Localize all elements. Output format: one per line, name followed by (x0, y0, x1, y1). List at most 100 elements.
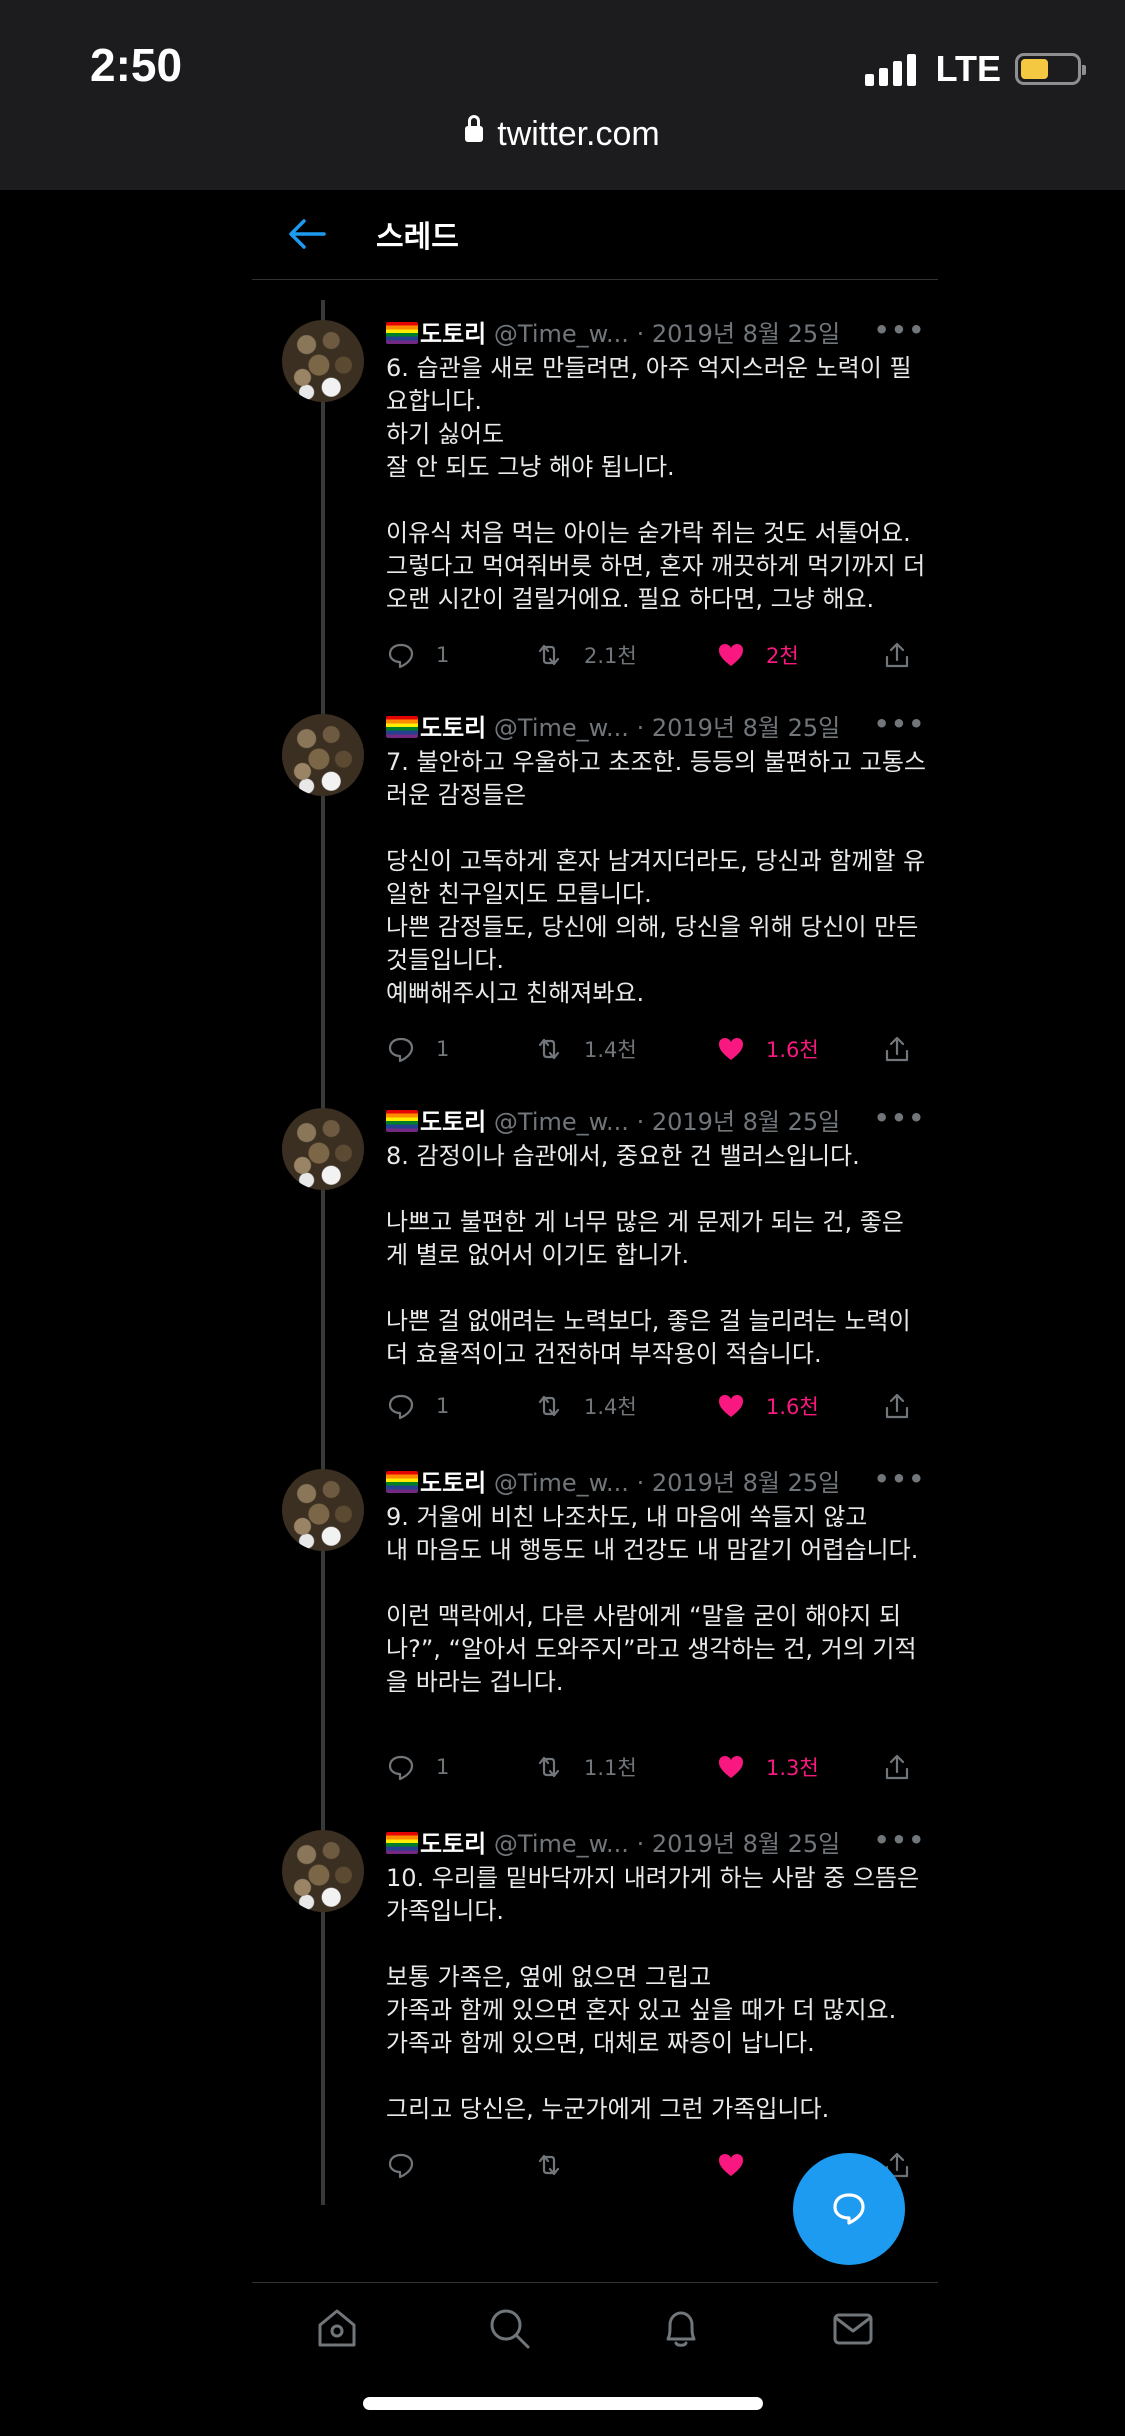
lock-icon (465, 115, 484, 143)
reply-button[interactable]: 1 (386, 1391, 449, 1421)
like-button[interactable]: 1.3천 (716, 1752, 819, 1782)
retweet-button[interactable]: 1.4천 (534, 1391, 637, 1421)
retweet-count: 1.1천 (584, 1756, 637, 1780)
retweet-count: 1.4천 (584, 1038, 637, 1062)
tweet-actions: 1 2.1천 2천 (386, 640, 909, 680)
home-indicator (363, 2397, 763, 2410)
like-icon (719, 1395, 743, 1417)
retweet-icon (538, 1038, 560, 1060)
rainbow-flag-icon (386, 1832, 418, 1854)
tweet-date[interactable]: 2019년 8월 25일 (652, 1108, 840, 1136)
separator-dot: · (636, 1108, 645, 1136)
more-options-icon[interactable]: ••• (874, 1104, 926, 1132)
url-text: twitter.com (497, 115, 660, 153)
reply-icon (388, 2153, 414, 2179)
display-name[interactable]: 도토리 (420, 1830, 486, 1858)
reply-count: 1 (436, 643, 450, 667)
network-type: LTE (935, 48, 1001, 89)
user-handle[interactable]: @Time_w... (494, 1830, 629, 1858)
display-name[interactable]: 도토리 (420, 1108, 486, 1136)
share-icon (885, 642, 909, 668)
signal-icon (864, 52, 916, 86)
tweet-actions: 1 1.4천 1.6천 (386, 1034, 909, 1074)
display-name[interactable]: 도토리 (420, 714, 486, 742)
like-icon (719, 1756, 743, 1778)
avatar[interactable] (282, 1108, 364, 1190)
page-title: 스레드 (376, 220, 459, 255)
like-button[interactable]: 2천 (716, 640, 799, 670)
like-count: 1.6천 (766, 1395, 819, 1419)
avatar[interactable] (282, 1469, 364, 1551)
like-count: 2천 (766, 644, 799, 668)
messages-icon[interactable] (830, 2305, 876, 2351)
thread-connector-line (321, 300, 325, 2205)
more-options-icon[interactable]: ••• (874, 1826, 926, 1854)
rainbow-flag-icon (386, 1110, 418, 1132)
user-handle[interactable]: @Time_w... (494, 714, 629, 742)
search-icon[interactable] (486, 2305, 532, 2351)
retweet-button[interactable]: 1.1천 (534, 1752, 637, 1782)
avatar[interactable] (282, 320, 364, 402)
retweet-button[interactable]: 1.4천 (534, 1034, 637, 1064)
tweet-date[interactable]: 2019년 8월 25일 (652, 1830, 840, 1858)
separator-dot: · (636, 714, 645, 742)
like-icon (719, 1038, 743, 1060)
tweet-date[interactable]: 2019년 8월 25일 (652, 1469, 840, 1497)
reply-count: 1 (436, 1037, 450, 1061)
status-bar: 2:50 LTE twitter.com (0, 0, 1125, 190)
like-button[interactable]: 1.6천 (716, 1034, 819, 1064)
user-handle[interactable]: @Time_w... (494, 320, 629, 348)
reply-button[interactable] (386, 2150, 436, 2180)
more-options-icon[interactable]: ••• (874, 710, 926, 738)
reply-button[interactable]: 1 (386, 1752, 449, 1782)
tweet-text: 7. 불안하고 우울하고 초조한. 등등의 불편하고 고통스러운 감정들은 당신… (386, 748, 926, 1007)
reply-button[interactable]: 1 (386, 1034, 449, 1064)
avatar[interactable] (282, 1830, 364, 1912)
reply-icon (388, 1394, 414, 1420)
compose-icon (833, 2193, 865, 2225)
tweet-date[interactable]: 2019년 8월 25일 (652, 714, 840, 742)
reply-icon (388, 643, 414, 669)
tweet-header: 도토리 @Time_w... · 2019년 8월 25일 ••• (386, 708, 926, 748)
more-options-icon[interactable]: ••• (874, 316, 926, 344)
more-options-icon[interactable]: ••• (874, 1465, 926, 1493)
reply-count: 1 (436, 1394, 450, 1418)
share-button[interactable] (882, 1752, 912, 1782)
like-button[interactable]: 1.6천 (716, 1391, 819, 1421)
back-arrow-icon[interactable] (286, 216, 326, 252)
reply-icon (388, 1755, 414, 1781)
display-name[interactable]: 도토리 (420, 1469, 486, 1497)
tweet-text: 6. 습관을 새로 만들려면, 아주 억지스러운 노력이 필요합니다. 하기 싫… (386, 354, 926, 613)
rainbow-flag-icon (386, 716, 418, 738)
reply-icon (388, 1037, 414, 1063)
user-handle[interactable]: @Time_w... (494, 1469, 629, 1497)
home-icon[interactable] (314, 2305, 360, 2351)
display-name[interactable]: 도토리 (420, 320, 486, 348)
separator-dot: · (636, 1830, 645, 1858)
share-button[interactable] (882, 640, 912, 670)
like-count: 1.6천 (766, 1038, 819, 1062)
status-indicators: LTE (864, 48, 1086, 90)
clock: 2:50 (90, 39, 183, 91)
separator-dot: · (636, 1469, 645, 1497)
share-icon (885, 1036, 909, 1062)
share-button[interactable] (882, 1034, 912, 1064)
reply-button[interactable]: 1 (386, 640, 449, 670)
tweet-date[interactable]: 2019년 8월 25일 (652, 320, 840, 348)
like-button[interactable] (716, 2150, 766, 2180)
retweet-button[interactable]: 2.1천 (534, 640, 637, 670)
address-bar[interactable]: twitter.com (0, 115, 1125, 154)
rainbow-flag-icon (386, 1471, 418, 1493)
bottom-navigation (252, 2282, 938, 2372)
share-button[interactable] (882, 1391, 912, 1421)
separator-dot: · (636, 320, 645, 348)
avatar[interactable] (282, 714, 364, 796)
user-handle[interactable]: @Time_w... (494, 1108, 629, 1136)
tweet-text: 8. 감정이나 습관에서, 중요한 건 밸러스입니다. 나쁘고 불편한 게 너무… (386, 1142, 911, 1368)
notifications-icon[interactable] (658, 2305, 704, 2351)
retweet-icon (538, 1395, 560, 1417)
tweet-header: 도토리 @Time_w... · 2019년 8월 25일 ••• (386, 1102, 926, 1142)
retweet-icon (538, 644, 560, 666)
compose-button[interactable] (793, 2153, 905, 2265)
retweet-button[interactable] (534, 2150, 584, 2180)
